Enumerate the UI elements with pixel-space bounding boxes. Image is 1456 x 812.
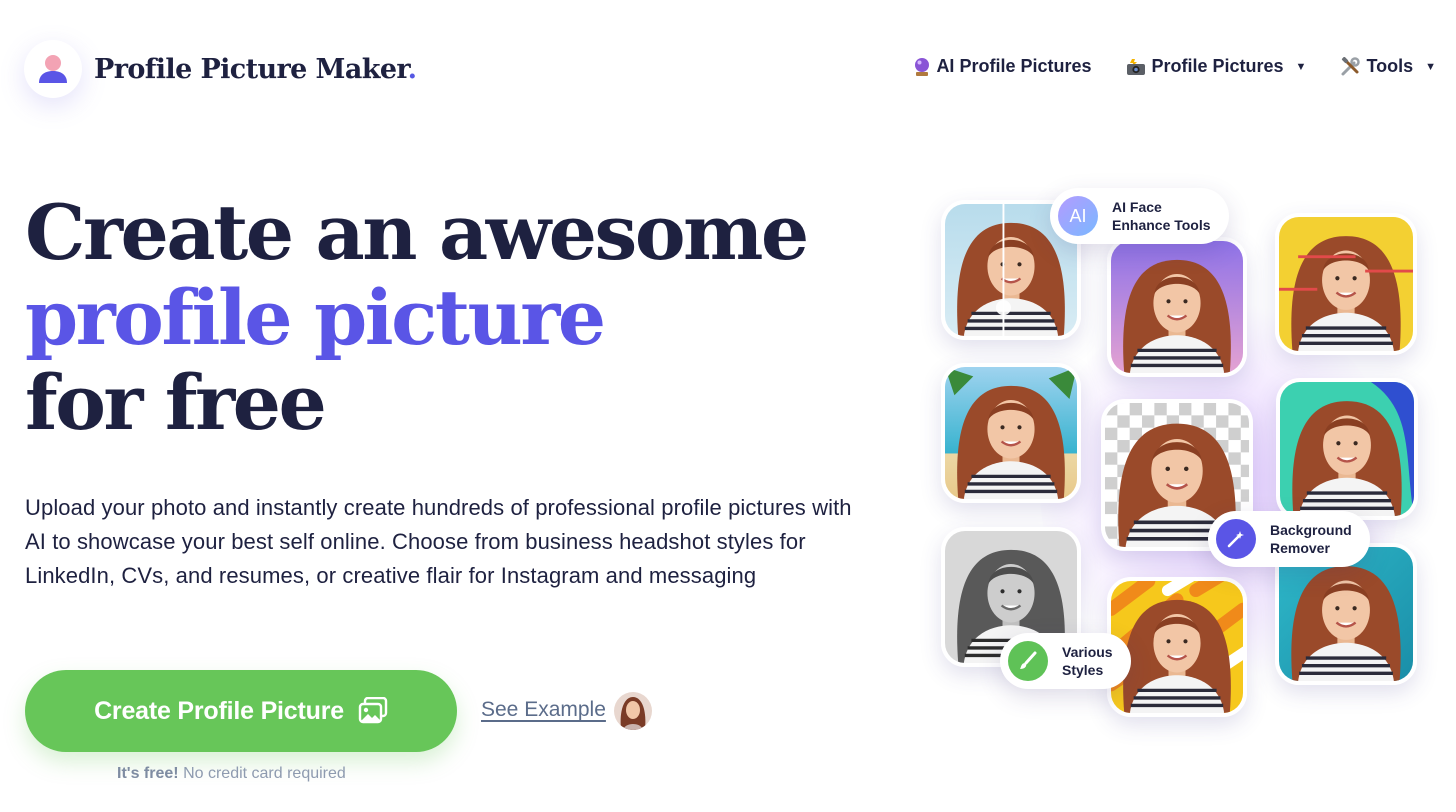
style-tile-beach — [941, 363, 1081, 503]
brand-logo[interactable]: Profile Picture Maker. — [24, 40, 417, 98]
nav-label: AI Profile Pictures — [936, 56, 1092, 76]
nav-profile-pictures[interactable]: Profile Pictures ▼ — [1126, 56, 1307, 77]
chevron-down-icon: ▼ — [1425, 60, 1436, 73]
create-profile-picture-button[interactable]: Create Profile Picture — [25, 670, 457, 752]
image-gallery-icon — [358, 697, 388, 725]
example-avatar[interactable] — [614, 692, 652, 730]
style-tile-yellow-glitch — [1275, 213, 1417, 355]
brand-name: Profile Picture Maker. — [94, 53, 417, 85]
feature-label: Background Remover — [1270, 522, 1352, 556]
feature-ai-face-enhance: AI AI Face Enhance Tools — [1050, 188, 1229, 244]
feature-label: Various Styles — [1062, 644, 1113, 678]
chevron-down-icon: ▼ — [1295, 60, 1307, 73]
cta-label: Create Profile Picture — [94, 696, 344, 725]
paint-brush-icon — [1008, 641, 1048, 681]
feature-label: AI Face Enhance Tools — [1112, 199, 1211, 233]
magic-wand-icon — [1216, 519, 1256, 559]
nav-tools[interactable]: Tools ▼ — [1340, 56, 1436, 77]
main-nav: AI Profile Pictures Profile Pictures ▼ T… — [880, 56, 1436, 77]
style-tile-yellow-shapes — [1107, 577, 1247, 717]
free-note: It's free! No credit card required — [117, 765, 346, 782]
nav-label: Profile Pictures — [1151, 56, 1284, 76]
user-avatar-icon — [24, 40, 82, 98]
hero-description: Upload your photo and instantly create h… — [25, 495, 852, 588]
style-tile-mint — [1276, 378, 1418, 520]
camera-flash-icon — [1126, 58, 1146, 76]
headline-line-1: Create an awesome — [25, 188, 809, 277]
hammer-wrench-icon — [1340, 56, 1361, 77]
hero-headline: Create an awesome profile picture for fr… — [25, 188, 809, 447]
ai-sparkle-icon: AI — [1058, 196, 1098, 236]
crystal-ball-icon — [914, 57, 930, 77]
nav-ai-profile-pictures[interactable]: AI Profile Pictures — [914, 56, 1092, 77]
headline-line-2: profile picture — [25, 273, 606, 362]
nav-label: Tools — [1366, 56, 1414, 76]
style-tile-lilac — [1107, 237, 1247, 377]
see-example-link[interactable]: See Example — [481, 698, 606, 722]
headline-line-3: for free — [25, 358, 327, 447]
feature-background-remover: Background Remover — [1208, 511, 1370, 567]
feature-various-styles: Various Styles — [1000, 633, 1131, 689]
